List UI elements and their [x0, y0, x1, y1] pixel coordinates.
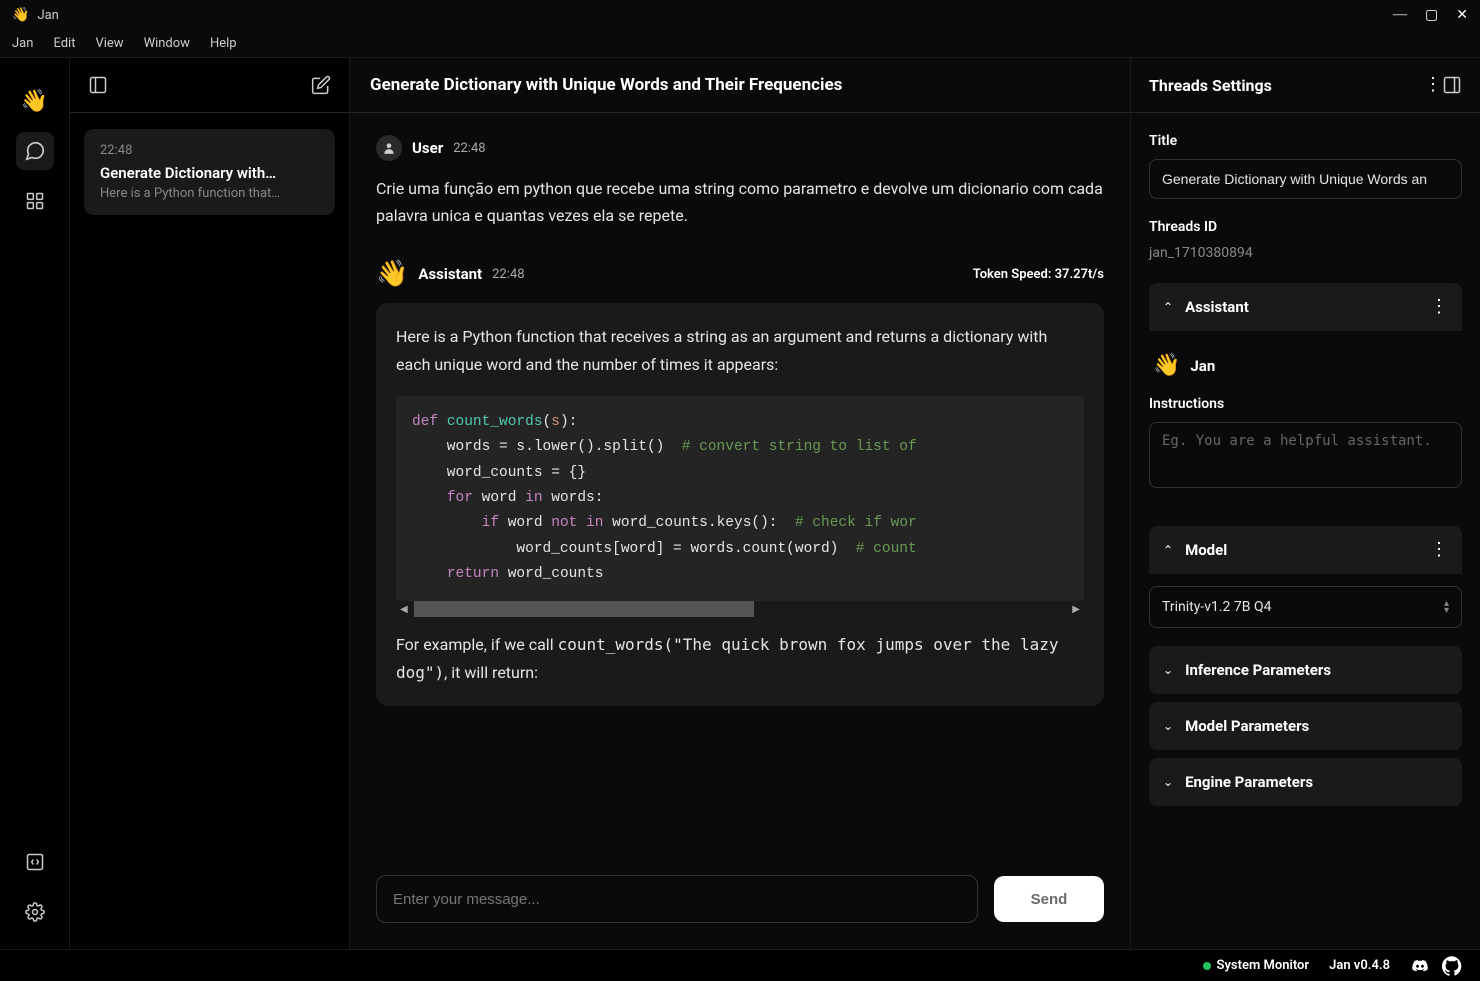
menu-view[interactable]: View: [95, 36, 123, 51]
settings-panel: Threads Settings ⋮ Title Threads ID jan_…: [1130, 58, 1480, 949]
assistant-outro: For example, if we call count_words("The…: [396, 631, 1084, 685]
collapse-sidebar-icon[interactable]: [88, 75, 108, 95]
assistant-section[interactable]: ⌃ Assistant ⋮: [1149, 283, 1462, 331]
chevron-down-icon: ⌄: [1163, 719, 1173, 733]
engine-section[interactable]: ⌄ Engine Parameters: [1149, 758, 1462, 806]
assistant-message: 👋 Assistant 22:48 Token Speed: 37.27t/s …: [376, 259, 1104, 705]
code-scrollbar[interactable]: ◀ ▶: [396, 601, 1084, 617]
chat-main: Generate Dictionary with Unique Words an…: [350, 58, 1130, 949]
grid-icon[interactable]: [16, 182, 54, 220]
modelparams-section[interactable]: ⌄ Model Parameters: [1149, 702, 1462, 750]
inference-label: Inference Parameters: [1185, 661, 1448, 679]
instructions-label: Instructions: [1149, 396, 1462, 412]
jan-icon: 👋: [1153, 353, 1180, 378]
threads-id-value: jan_1710380894: [1149, 245, 1462, 261]
assistant-intro: Here is a Python function that receives …: [396, 323, 1084, 377]
user-avatar-icon: [376, 135, 402, 161]
discord-icon[interactable]: [1410, 958, 1430, 974]
code-icon[interactable]: [16, 843, 54, 881]
model-menu-icon[interactable]: ⋮: [1430, 546, 1448, 553]
chat-header: Generate Dictionary with Unique Words an…: [350, 58, 1130, 113]
thread-card[interactable]: 22:48 Generate Dictionary with… Here is …: [84, 129, 335, 215]
minimize-icon[interactable]: —: [1393, 7, 1407, 23]
user-message: User 22:48 Crie uma função em python que…: [376, 135, 1104, 229]
thread-title: Generate Dictionary with…: [100, 164, 319, 182]
scroll-right-icon[interactable]: ▶: [1068, 604, 1084, 615]
user-name: User: [412, 139, 443, 157]
settings-body: Title Threads ID jan_1710380894 ⌃ Assist…: [1131, 113, 1480, 949]
chevron-up-icon: ⌃: [1163, 543, 1173, 557]
github-icon[interactable]: [1442, 956, 1462, 976]
thread-time: 22:48: [100, 143, 319, 158]
inference-section[interactable]: ⌄ Inference Parameters: [1149, 646, 1462, 694]
menu-window[interactable]: Window: [144, 36, 190, 51]
assistant-time: 22:48: [492, 267, 524, 282]
menu-edit[interactable]: Edit: [53, 36, 75, 51]
close-icon[interactable]: ✕: [1456, 7, 1468, 24]
user-text: Crie uma função em python que recebe uma…: [376, 175, 1104, 229]
chat-title: Generate Dictionary with Unique Words an…: [370, 75, 842, 95]
settings-header: Threads Settings ⋮: [1131, 58, 1480, 113]
engine-label: Engine Parameters: [1185, 773, 1448, 791]
token-speed: Token Speed: 37.27t/s: [973, 267, 1104, 282]
model-section-label: Model: [1185, 541, 1430, 559]
chat-icon[interactable]: [16, 132, 54, 170]
user-time: 22:48: [453, 141, 485, 156]
threads-header: [70, 58, 349, 113]
menu-help[interactable]: Help: [210, 36, 237, 51]
maximize-icon[interactable]: ▢: [1425, 7, 1438, 24]
assistant-content: 👋 Jan Instructions: [1149, 331, 1462, 526]
assistant-name: Assistant: [418, 265, 482, 283]
assistant-section-label: Assistant: [1185, 298, 1430, 316]
input-row: Send: [350, 859, 1130, 949]
assistant-menu-icon[interactable]: ⋮: [1430, 303, 1448, 310]
app-name: Jan: [37, 8, 58, 23]
statusbar: System Monitor Jan v0.4.8: [0, 949, 1480, 981]
status-dot-icon: [1203, 962, 1211, 970]
scroll-thumb[interactable]: [414, 601, 754, 617]
messages[interactable]: User 22:48 Crie uma função em python que…: [350, 113, 1130, 859]
settings-menu-icon[interactable]: ⋮: [1424, 81, 1442, 88]
title-input[interactable]: [1149, 159, 1462, 199]
wave-icon[interactable]: 👋: [16, 82, 54, 120]
assistant-bubble: Here is a Python function that receives …: [376, 303, 1104, 705]
model-section[interactable]: ⌃ Model ⋮: [1149, 526, 1462, 574]
model-select[interactable]: Trinity-v1.2 7B Q4 ▴▾: [1149, 586, 1462, 628]
collapse-right-icon[interactable]: [1442, 75, 1462, 95]
new-thread-icon[interactable]: [311, 75, 331, 95]
version-label: Jan v0.4.8: [1329, 958, 1390, 973]
window-controls: — ▢ ✕: [1393, 7, 1468, 24]
chevron-down-icon: ⌄: [1163, 663, 1173, 677]
scroll-left-icon[interactable]: ◀: [396, 604, 412, 615]
title-label: Title: [1149, 133, 1462, 149]
assistant-avatar-icon: 👋: [376, 259, 408, 289]
select-caret-icon: ▴▾: [1444, 600, 1449, 614]
threads-id-label: Threads ID: [1149, 219, 1462, 235]
jan-label: Jan: [1190, 357, 1215, 375]
menubar: Jan Edit View Window Help: [0, 30, 1480, 58]
settings-header-title: Threads Settings: [1149, 76, 1424, 95]
system-monitor[interactable]: System Monitor: [1203, 958, 1310, 973]
nav-rail: 👋: [0, 58, 70, 949]
modelparams-label: Model Parameters: [1185, 717, 1448, 735]
threads-panel: 22:48 Generate Dictionary with… Here is …: [70, 58, 350, 949]
send-button[interactable]: Send: [994, 876, 1104, 922]
message-input[interactable]: [376, 875, 978, 923]
titlebar: 👋 Jan — ▢ ✕: [0, 0, 1480, 30]
instructions-input[interactable]: [1149, 422, 1462, 488]
app-icon: 👋: [12, 7, 29, 23]
thread-preview: Here is a Python function that…: [100, 186, 319, 201]
chevron-up-icon: ⌃: [1163, 300, 1173, 314]
model-value: Trinity-v1.2 7B Q4: [1162, 599, 1271, 615]
code-content: def count_words(s): words = s.lower().sp…: [396, 396, 1084, 602]
chevron-down-icon: ⌄: [1163, 775, 1173, 789]
code-block: def count_words(s): words = s.lower().sp…: [396, 396, 1084, 618]
gear-icon[interactable]: [16, 893, 54, 931]
menu-jan[interactable]: Jan: [12, 36, 33, 51]
